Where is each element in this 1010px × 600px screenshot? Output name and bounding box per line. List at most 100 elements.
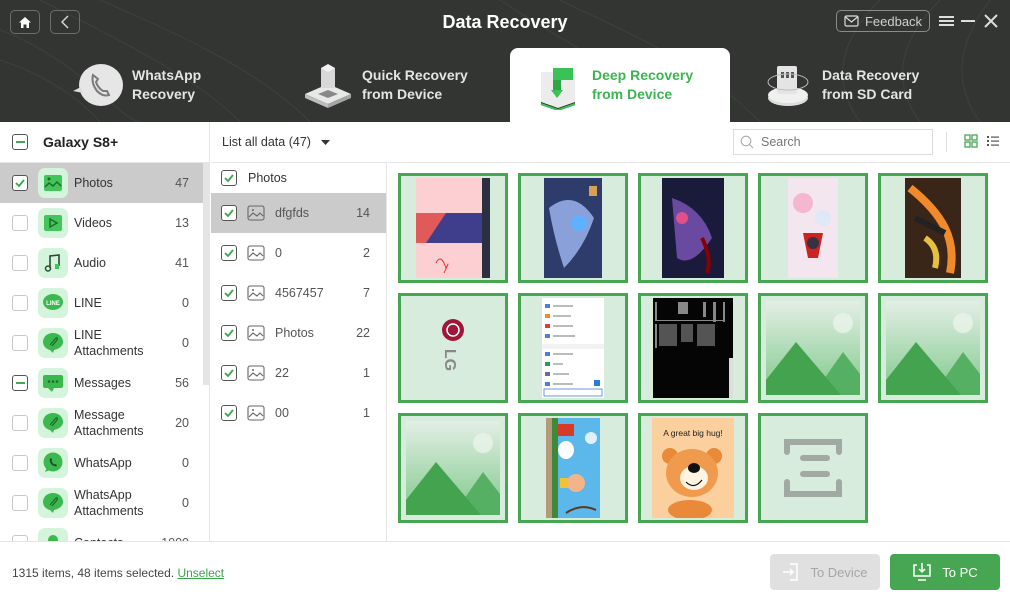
photo-thumbnail[interactable]: A great big hug! — [638, 413, 748, 523]
quick-recovery-icon — [298, 55, 358, 115]
folder-checkbox[interactable] — [221, 245, 237, 261]
feedback-label: Feedback — [864, 13, 923, 29]
feedback-button[interactable]: Feedback — [836, 10, 930, 32]
sidebar-item-audio[interactable]: Audio 41 — [0, 243, 209, 283]
photo-thumbnail[interactable] — [758, 413, 868, 523]
folder-checkbox[interactable] — [221, 405, 237, 421]
svg-text:A great big hug!: A great big hug! — [663, 428, 723, 438]
category-sidebar: Galaxy S8+ Photos 47 Videos 13 Audio 41 LINE LI… — [0, 122, 210, 542]
photo-thumbnail[interactable] — [878, 173, 988, 283]
mail-icon — [844, 15, 859, 27]
folder-count: 22 — [356, 326, 370, 340]
unselect-link[interactable]: Unselect — [177, 566, 224, 580]
svg-text:LINE: LINE — [46, 301, 60, 307]
folder-row[interactable]: 22 1 — [211, 353, 386, 393]
category-count: 0 — [182, 456, 189, 470]
folder-count: 7 — [363, 286, 370, 300]
photo-thumbnail[interactable] — [518, 293, 628, 403]
menu-button[interactable] — [936, 10, 956, 32]
minimize-icon — [961, 20, 975, 22]
photo-thumbnail[interactable] — [398, 413, 508, 523]
folder-count: 14 — [356, 206, 370, 220]
category-checkbox[interactable] — [12, 175, 28, 191]
folder-row[interactable]: 00 1 — [211, 393, 386, 433]
filter-dropdown[interactable]: List all data (47) — [211, 122, 387, 163]
to-pc-button[interactable]: To PC — [890, 554, 1000, 590]
photo-thumbnail[interactable] — [518, 413, 628, 523]
photo-thumbnail[interactable] — [758, 293, 868, 403]
photo-thumbnail[interactable]: LG — [398, 293, 508, 403]
export-to-device-icon — [783, 563, 799, 581]
sidebar-item-photos[interactable]: Photos 47 — [0, 163, 209, 203]
category-checkbox[interactable] — [12, 335, 28, 351]
tab-sd-card-recovery[interactable]: Data Recovery from SD Card — [740, 48, 960, 122]
category-count: 47 — [175, 176, 189, 190]
device-checkbox[interactable] — [12, 134, 28, 150]
category-checkbox[interactable] — [12, 295, 28, 311]
sidebar-item-messages[interactable]: Messages 56 — [0, 363, 209, 403]
status-text: 1315 items, 48 items selected. — [12, 566, 175, 580]
category-count: 41 — [175, 256, 189, 270]
photo-thumbnail[interactable] — [398, 173, 508, 283]
minimize-button[interactable] — [958, 10, 978, 32]
category-checkbox[interactable] — [12, 495, 28, 511]
folder-checkbox[interactable] — [221, 205, 237, 221]
tab-label: Data Recovery from SD Card — [822, 67, 920, 102]
sidebar-item-contacts[interactable]: Contacts1000 — [0, 523, 209, 542]
sidebar-scrollbar[interactable] — [203, 163, 209, 385]
search-icon — [740, 135, 754, 149]
sidebar-item-message-attachments[interactable]: Message Attachments 20 — [0, 403, 209, 443]
photo-thumbnail[interactable] — [638, 293, 748, 403]
search-box[interactable] — [733, 129, 933, 155]
category-label: LINE Attachments — [74, 328, 144, 358]
to-pc-label: To PC — [942, 564, 978, 580]
close-button[interactable] — [981, 10, 1001, 32]
search-input[interactable] — [761, 135, 921, 149]
tab-label: Quick Recovery from Device — [362, 67, 468, 102]
toolbar-divider — [946, 132, 947, 152]
category-checkbox[interactable] — [12, 215, 28, 231]
category-checkbox[interactable] — [12, 255, 28, 271]
category-label: Videos — [74, 216, 112, 230]
category-checkbox[interactable] — [12, 375, 28, 391]
selection-status: 1315 items, 48 items selected. Unselect — [12, 566, 224, 580]
folder-group-header[interactable]: Photos — [211, 163, 386, 193]
category-label: WhatsApp Attachments — [74, 488, 144, 518]
music-icon — [38, 248, 68, 278]
attachment-icon — [38, 488, 68, 518]
folder-checkbox[interactable] — [221, 365, 237, 381]
attachment-icon — [38, 328, 68, 358]
category-checkbox[interactable] — [12, 415, 28, 431]
image-icon — [247, 325, 265, 341]
category-label: Audio — [74, 256, 106, 270]
list-view-icon[interactable] — [986, 134, 1000, 148]
to-device-button[interactable]: To Device — [770, 554, 880, 590]
device-row[interactable]: Galaxy S8+ — [0, 122, 209, 163]
photo-thumbnail[interactable] — [878, 293, 988, 403]
folder-row[interactable]: Photos 22 — [211, 313, 386, 353]
group-checkbox[interactable] — [221, 170, 237, 186]
folder-row[interactable]: 02 — [211, 233, 386, 273]
sidebar-item-line-attachments[interactable]: LINE Attachments 0 — [0, 323, 209, 363]
download-to-pc-icon — [913, 563, 932, 581]
sidebar-item-line[interactable]: LINE LINE 0 — [0, 283, 209, 323]
tab-deep-recovery[interactable]: Deep Recovery from Device — [510, 48, 730, 122]
sidebar-item-whatsapp-attachments[interactable]: WhatsApp Attachments 0 — [0, 483, 209, 523]
photo-thumbnail[interactable] — [518, 173, 628, 283]
sidebar-item-videos[interactable]: Videos 13 — [0, 203, 209, 243]
sidebar-item-whatsapp[interactable]: WhatsApp 0 — [0, 443, 209, 483]
tab-whatsapp-recovery[interactable]: WhatsApp Recovery — [50, 48, 270, 122]
category-checkbox[interactable] — [12, 455, 28, 471]
folder-checkbox[interactable] — [221, 325, 237, 341]
svg-text:LG: LG — [441, 349, 458, 371]
folder-checkbox[interactable] — [221, 285, 237, 301]
photo-thumbnail[interactable] — [758, 173, 868, 283]
tab-quick-recovery[interactable]: Quick Recovery from Device — [280, 48, 500, 122]
folder-name: 22 — [275, 366, 289, 380]
device-name: Galaxy S8+ — [43, 134, 119, 150]
grid-view-icon[interactable] — [964, 134, 978, 148]
folder-row[interactable]: dfgfds 14 — [211, 193, 386, 233]
folder-row[interactable]: 4567457 7 — [211, 273, 386, 313]
video-icon — [38, 208, 68, 238]
photo-thumbnail[interactable] — [638, 173, 748, 283]
